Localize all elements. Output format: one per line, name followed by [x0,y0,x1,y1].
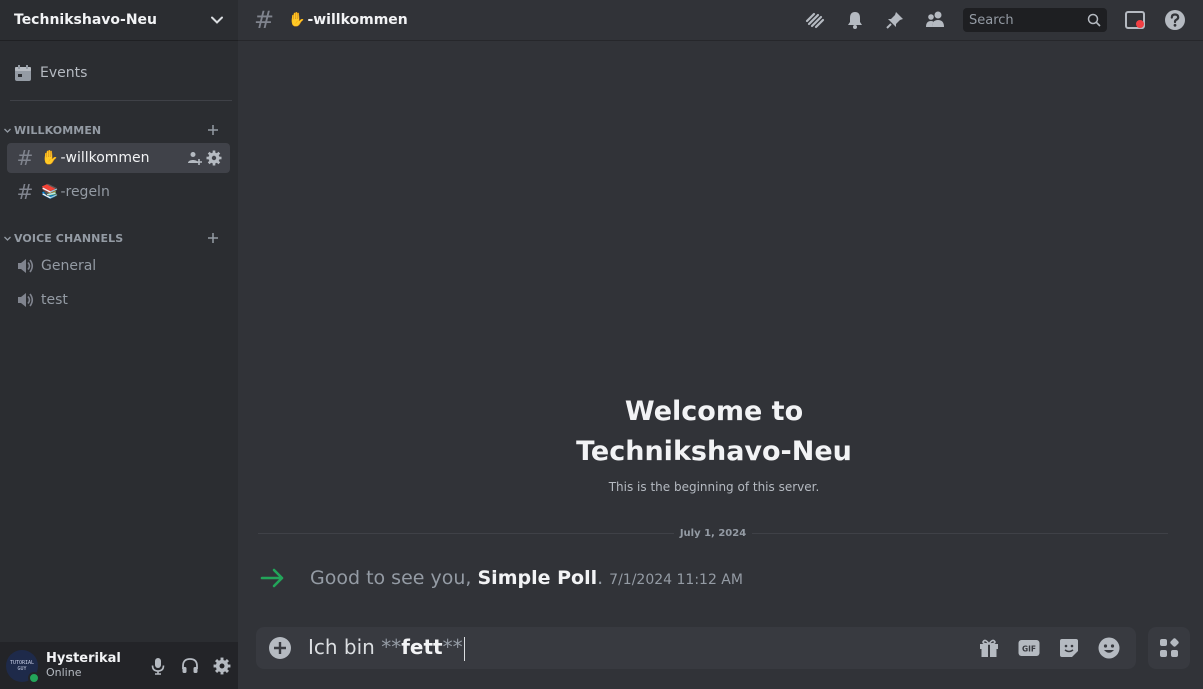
avatar[interactable]: TUTORIAL GUY [6,649,40,684]
threads-button[interactable] [803,8,827,32]
create-invite-icon[interactable] [186,150,202,166]
channel-header: # ✋ -willkommen [238,0,1203,41]
headphones-icon [182,657,198,673]
gear-icon [213,657,231,674]
gif-button[interactable]: GIF [1016,635,1042,661]
voice-channel-test[interactable]: test [7,285,230,315]
apps-icon [1160,638,1179,657]
join-arrow-icon [260,568,284,588]
sticker-button[interactable] [1056,635,1082,661]
add-channel-icon[interactable] [206,231,220,245]
speaker-icon [18,293,34,307]
message-timestamp: 7/1/2024 11:12 AM [609,572,743,588]
input-text-bold: fett [401,635,443,660]
user-panel: TUTORIAL GUY Hysterikal Online [0,642,238,689]
add-channel-icon[interactable] [206,123,220,137]
message-composer[interactable]: Ich bin **fett** GIF [256,627,1136,669]
pin-icon [886,12,903,29]
date-divider: July 1, 2024 [258,524,1168,542]
search-icon [1087,13,1101,27]
server-name: Technikshavo-Neu [14,12,158,28]
help-icon [1165,10,1185,30]
events-item[interactable]: Events [8,58,230,88]
speaker-icon [18,259,34,273]
join-message-prefix: Good to see you, [310,567,478,589]
inbox-icon [1125,11,1145,29]
gear-icon[interactable] [206,150,222,166]
sticker-icon [1060,639,1078,657]
channel-title: ✋ -willkommen [288,12,787,28]
emoji-icon [1098,637,1120,659]
hand-emoji-icon: ✋ [41,150,59,166]
notifications-button[interactable] [843,8,867,32]
input-text-plain: Ich bin [308,635,382,660]
username: Hysterikal [46,651,121,666]
join-message-suffix: . [597,567,604,589]
hash-icon: # [16,180,34,204]
user-info[interactable]: Hysterikal Online [46,651,142,680]
category-label: VOICE CHANNELS [14,231,124,245]
chevron-down-icon [211,16,223,24]
sidebar-divider [10,100,232,101]
discord-window: Technikshavo-Neu Events WILLKOMMEN # ✋ -w… [0,0,1203,689]
calendar-icon [15,65,31,81]
channel-label: General [41,258,97,274]
category-label: WILLKOMMEN [14,123,102,137]
members-icon [926,11,944,27]
welcome-line-1: Welcome to [624,396,804,427]
deafen-button[interactable] [174,650,206,682]
welcome-section: Welcome to Technikshavo-Neu This is the b… [238,392,1190,494]
category-voice-channels[interactable]: VOICE CHANNELS [0,230,238,246]
markdown-close: ** [442,635,463,660]
online-status-indicator [28,671,40,684]
hash-icon: # [16,146,34,170]
channel-regeln[interactable]: # 📚 -regeln [7,177,230,207]
bell-icon [848,12,862,29]
attach-plus-icon[interactable] [268,636,292,660]
welcome-line-2: Technikshavo-Neu [576,436,852,467]
books-emoji-icon: 📚 [41,184,59,200]
channel-label: -willkommen [60,150,150,166]
date-label: July 1, 2024 [679,527,747,539]
avatar-text: TUTORIAL GUY [9,659,35,672]
microphone-icon [151,657,165,675]
channel-label: -regeln [60,184,110,200]
channel-willkommen[interactable]: # ✋ -willkommen [7,143,230,173]
member-list-button[interactable] [923,8,947,32]
gift-icon [980,639,998,657]
caret-down-icon [4,128,11,133]
pinned-messages-button[interactable] [883,8,907,32]
search-input[interactable] [969,12,1087,28]
apps-button[interactable] [1148,627,1190,669]
events-label: Events [40,65,88,81]
channel-label: test [41,292,68,308]
welcome-title: Welcome to Technikshavo-Neu [238,392,1190,472]
search-bar[interactable] [963,8,1107,32]
category-willkommen[interactable]: WILLKOMMEN [0,122,238,138]
system-join-message: Good to see you, Simple Poll. 7/1/2024 11… [260,566,743,590]
markdown-open: ** [381,635,402,660]
hand-emoji-icon: ✋ [288,12,306,28]
joined-username[interactable]: Simple Poll [478,567,598,589]
help-button[interactable] [1163,8,1187,32]
svg-text:GIF: GIF [1022,645,1036,654]
user-settings-button[interactable] [206,650,238,682]
threads-icon [805,12,825,29]
user-status: Online [46,666,82,679]
gift-button[interactable] [976,635,1002,661]
voice-channel-general[interactable]: General [7,251,230,281]
server-header[interactable]: Technikshavo-Neu [0,0,238,41]
hash-icon: # [254,6,275,34]
channel-name: -willkommen [307,12,408,28]
chat-area: # ✋ -willkommen Search Welcome to Techni… [238,0,1203,689]
inbox-button[interactable] [1123,8,1147,32]
caret-down-icon [4,236,11,241]
channel-sidebar: Technikshavo-Neu Events WILLKOMMEN # ✋ -w… [0,0,238,689]
gif-icon: GIF [1018,640,1040,656]
mute-button[interactable] [142,650,174,682]
message-input[interactable]: Ich bin **fett** [308,635,976,661]
welcome-subtitle: This is the beginning of this server. [608,480,820,494]
text-cursor [463,636,465,661]
emoji-button[interactable] [1096,635,1122,661]
